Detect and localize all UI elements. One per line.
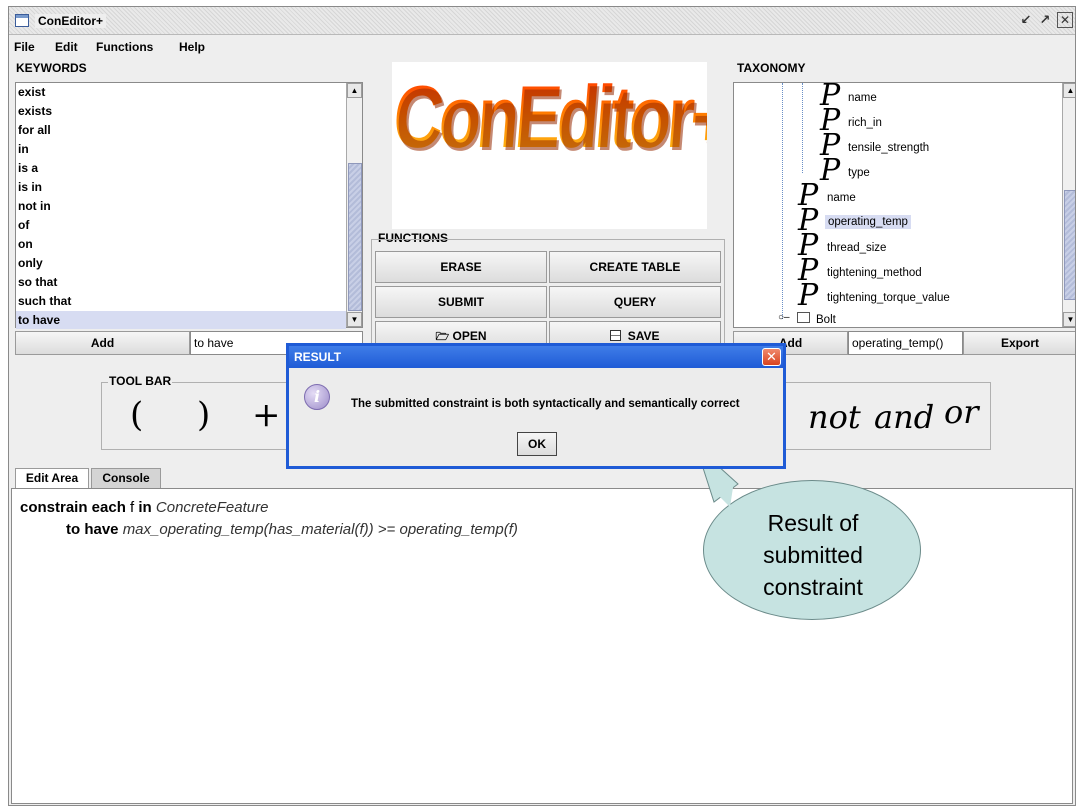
taxonomy-tree[interactable]: P name P rich_in P tensile_strength P ty… [733, 82, 1075, 328]
editor-keyword: in [138, 499, 152, 516]
taxonomy-item[interactable]: tightening_method [827, 267, 922, 279]
tree-connector [802, 83, 803, 173]
callout-line: submitted [763, 542, 863, 568]
tab-console[interactable]: Console [91, 468, 161, 488]
open-button-label: OPEN [452, 329, 487, 343]
restore-icon[interactable]: ↙ [1017, 12, 1035, 30]
callout-text: Result of submitted constraint [704, 507, 922, 603]
editor-expression: max_operating_temp(has_material(f)) >= o… [122, 521, 518, 538]
floppy-disk-icon [610, 330, 622, 341]
editor-keyword: constrain each [20, 499, 126, 516]
expand-handle-icon[interactable]: ○– [778, 312, 790, 323]
menu-file[interactable]: File [14, 40, 35, 54]
scroll-up-icon[interactable]: ▲ [347, 83, 362, 98]
keyword-item[interactable]: of [18, 216, 29, 235]
toolbar-open-paren[interactable]: ( [130, 395, 143, 435]
taxonomy-label: TAXONOMY [736, 61, 807, 75]
create-table-button[interactable]: CREATE TABLE [549, 251, 721, 283]
erase-button[interactable]: ERASE [375, 251, 547, 283]
ok-button[interactable]: OK [517, 432, 557, 456]
property-icon: P [820, 153, 841, 188]
taxonomy-folder[interactable]: Bolt [816, 314, 836, 326]
property-icon: P [798, 278, 819, 313]
taxonomy-scrollbar[interactable]: ▲ ▼ [1062, 83, 1075, 327]
toolbar-plus[interactable]: + [252, 395, 281, 435]
taxonomy-item[interactable]: tightening_torque_value [827, 292, 950, 304]
coneditor-logo: ConEditor+ [392, 62, 707, 229]
folder-open-icon: 🗁 [435, 331, 450, 343]
taxonomy-item[interactable]: tensile_strength [848, 142, 929, 154]
callout-line: constraint [763, 574, 863, 600]
editor-variable: f [130, 499, 135, 516]
window-title: ConEditor+ [35, 14, 106, 28]
taxonomy-input[interactable]: operating_temp() [848, 331, 963, 355]
scroll-down-icon[interactable]: ▼ [1063, 312, 1075, 327]
menu-edit[interactable]: Edit [55, 40, 78, 54]
keyword-item[interactable]: on [18, 235, 33, 254]
editor-keyword: to have [66, 521, 119, 538]
dialog-message: The submitted constraint is both syntact… [351, 398, 740, 410]
taxonomy-item[interactable]: name [827, 192, 856, 204]
scroll-thumb[interactable] [348, 163, 362, 311]
keyword-item[interactable]: only [18, 254, 43, 273]
close-icon[interactable]: ✕ [1057, 12, 1073, 28]
keyword-item[interactable]: is a [18, 159, 38, 178]
keywords-list[interactable]: exist exists for all in is a is in not i… [15, 82, 363, 330]
keyword-item[interactable]: in [18, 140, 29, 159]
keyword-item[interactable]: not in [18, 197, 51, 216]
taxonomy-item[interactable]: type [848, 167, 870, 179]
keyword-item[interactable]: is in [18, 178, 42, 197]
folder-icon [797, 312, 810, 323]
taxonomy-item-selected[interactable]: operating_temp [825, 215, 911, 229]
logo-text: ConEditor+ [392, 66, 707, 168]
keywords-label: KEYWORDS [15, 61, 88, 75]
save-button-label: SAVE [627, 329, 660, 343]
keyword-item[interactable]: exist [18, 83, 45, 102]
window-icon [15, 14, 29, 27]
scroll-down-icon[interactable]: ▼ [347, 312, 362, 327]
taxonomy-item[interactable]: thread_size [827, 242, 886, 254]
keyword-item[interactable]: so that [18, 273, 57, 292]
submit-button[interactable]: SUBMIT [375, 286, 547, 318]
editor-concept: ConcreteFeature [155, 499, 269, 516]
toolbar-or[interactable]: or [944, 393, 979, 431]
dialog-title[interactable]: RESULT [289, 346, 783, 368]
keyword-item[interactable]: to have [18, 311, 60, 330]
export-button[interactable]: Export [963, 331, 1075, 355]
toolbar-not[interactable]: not [808, 398, 861, 436]
keyword-item[interactable]: exists [18, 102, 52, 121]
menu-functions[interactable]: Functions [96, 40, 153, 54]
scroll-up-icon[interactable]: ▲ [1063, 83, 1075, 98]
query-button[interactable]: QUERY [549, 286, 721, 318]
callout-tail-mask [710, 481, 734, 507]
toolbar-label: TOOL BAR [108, 374, 173, 388]
close-icon[interactable]: ✕ [762, 348, 781, 366]
taxonomy-item[interactable]: name [848, 92, 877, 104]
result-dialog: RESULT ✕ i The submitted constraint is b… [286, 343, 786, 469]
editor-line-1: constrain each f in ConcreteFeature [20, 499, 268, 516]
toolbar-and[interactable]: and [874, 398, 934, 436]
info-icon: i [304, 384, 330, 410]
menu-help[interactable]: Help [179, 40, 205, 54]
keyword-selection [16, 311, 346, 329]
scroll-thumb[interactable] [1064, 190, 1075, 300]
title-bar[interactable]: ConEditor+ ↙ ↗ ✕ [9, 7, 1075, 35]
callout-line: Result of [767, 510, 859, 536]
editor-line-2: to have max_operating_temp(has_material(… [66, 521, 518, 538]
toolbar-close-paren[interactable]: ) [197, 395, 210, 435]
menu-bar: File Edit Functions Help [9, 36, 1075, 58]
keyword-item[interactable]: for all [18, 121, 51, 140]
taxonomy-item[interactable]: rich_in [848, 117, 882, 129]
keyword-item[interactable]: such that [18, 292, 71, 311]
keywords-scrollbar[interactable]: ▲ ▼ [346, 83, 362, 327]
tab-edit-area[interactable]: Edit Area [15, 468, 89, 488]
maximize-icon[interactable]: ↗ [1036, 12, 1054, 30]
tree-connector [782, 83, 783, 319]
keyword-add-button[interactable]: Add [15, 331, 190, 355]
